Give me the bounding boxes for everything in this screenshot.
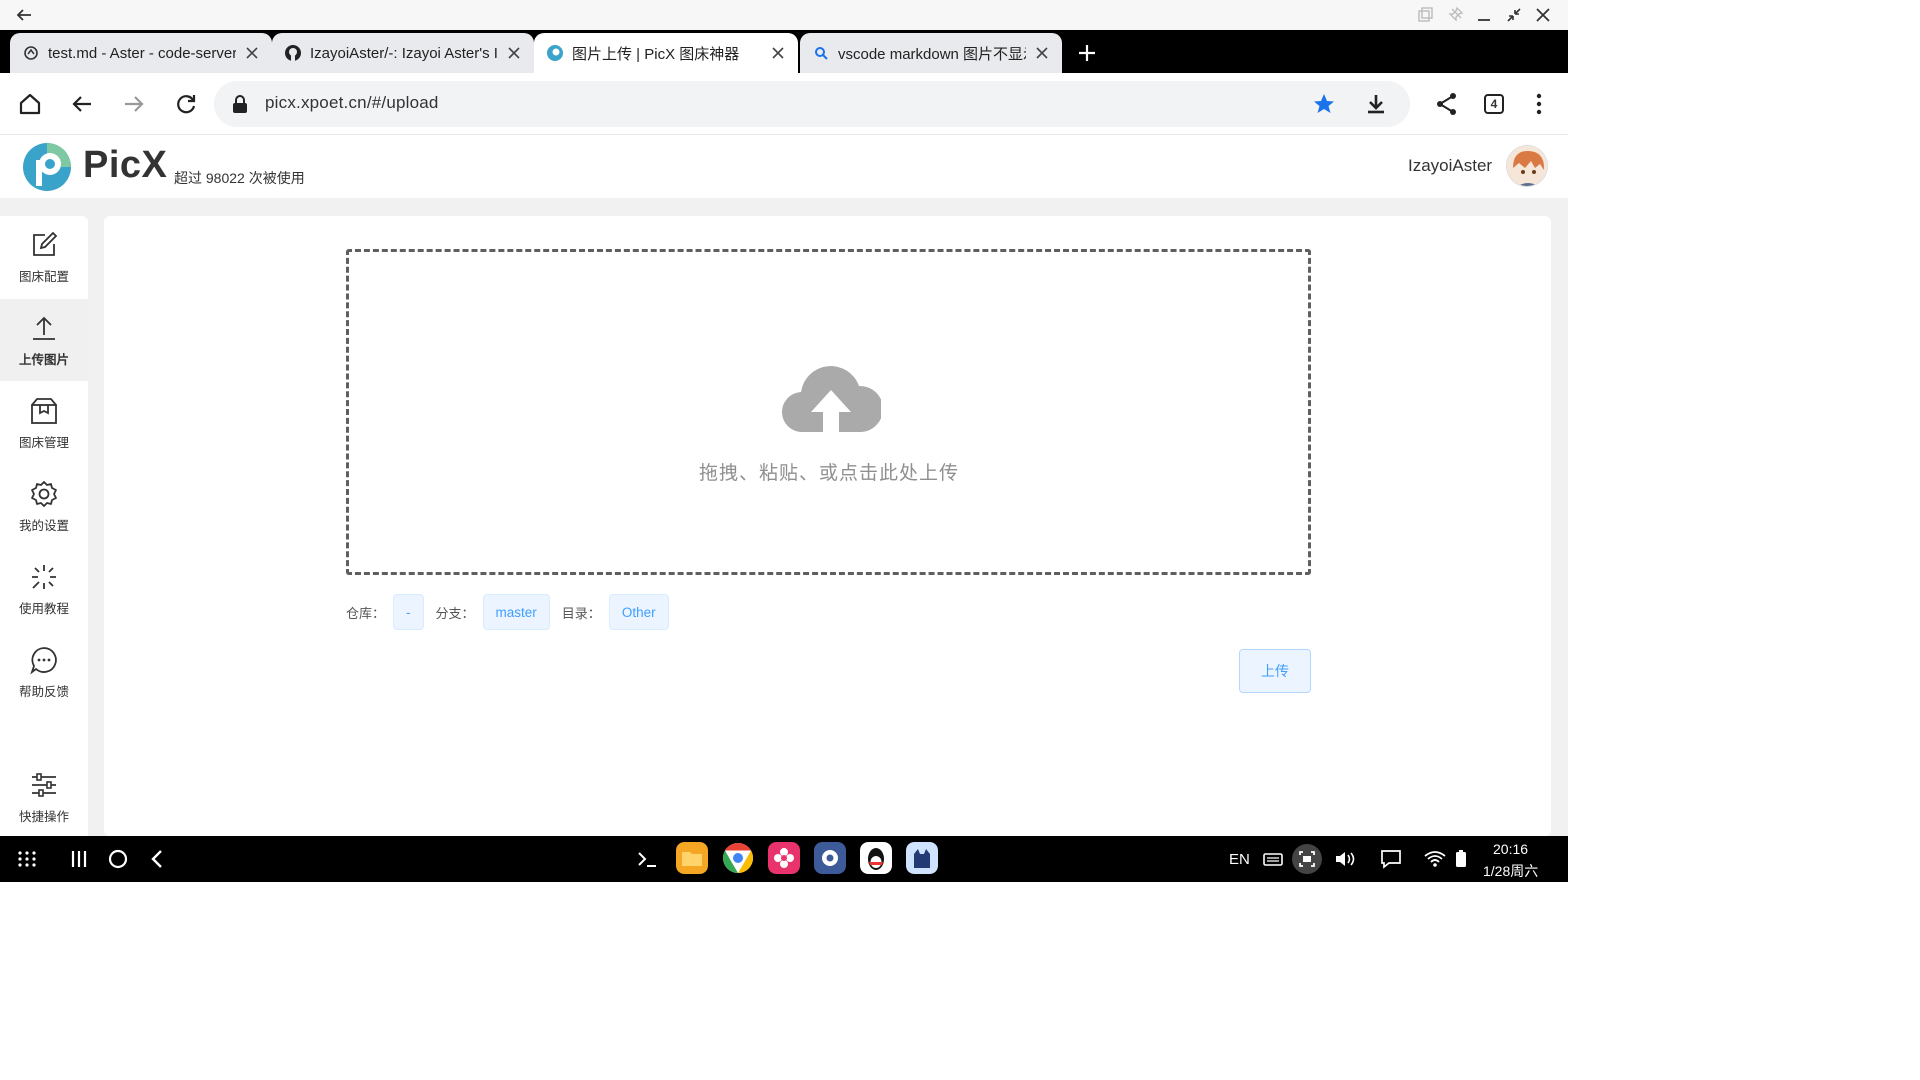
- sidebar-item-quick-actions[interactable]: 快捷操作: [0, 756, 88, 838]
- settings-app-icon[interactable]: [814, 842, 846, 874]
- terminal-app-icon[interactable]: [632, 844, 662, 874]
- app-header: PicX 超过 98022 次被使用 IzayoiAster: [0, 136, 1568, 198]
- code-server-icon: [22, 44, 40, 62]
- notification-icon[interactable]: [1376, 844, 1406, 874]
- upload-icon: [33, 316, 55, 340]
- upload-hint: 拖拽、粘贴、或点击此处上传: [698, 463, 959, 484]
- close-window-icon[interactable]: [1534, 6, 1552, 24]
- sidebar-item-label: 图床管理: [18, 435, 69, 450]
- reload-icon[interactable]: [173, 91, 199, 117]
- home-button-icon[interactable]: [103, 844, 133, 874]
- cloud-upload-icon: [781, 366, 881, 433]
- sidebar-item-label: 使用教程: [18, 601, 69, 616]
- address-bar[interactable]: picx.xpoet.cn/#/upload: [214, 81, 1410, 127]
- repo-tag[interactable]: -: [393, 594, 424, 630]
- browser-tab[interactable]: vscode markdown 图片不显示: [800, 33, 1062, 73]
- lock-icon[interactable]: [231, 94, 249, 114]
- dir-tag[interactable]: Other: [608, 594, 669, 630]
- browser-tab[interactable]: IzayoiAster/-: Izayoi Aster's In: [272, 33, 534, 73]
- bookmark-star-icon[interactable]: [1312, 92, 1336, 116]
- browser-toolbar: picx.xpoet.cn/#/upload: [0, 73, 1568, 135]
- chat-icon: [30, 646, 57, 674]
- branch-label: 分支：: [435, 605, 475, 621]
- window-title-bar: [0, 0, 1568, 30]
- github-icon: [284, 44, 302, 62]
- forward-icon[interactable]: [121, 91, 147, 117]
- close-tab-icon[interactable]: [506, 45, 522, 61]
- sidebar-item-label: 快捷操作: [18, 809, 69, 824]
- back-arrow-icon[interactable]: [14, 5, 34, 25]
- repo-label: 仓库：: [346, 605, 386, 621]
- avatar[interactable]: [1506, 145, 1548, 187]
- branch-tag[interactable]: master: [482, 594, 550, 630]
- chrome-app-icon[interactable]: [722, 842, 754, 874]
- clock-date[interactable]: 1/28周六: [1483, 861, 1538, 881]
- qq-app-icon[interactable]: [860, 842, 892, 874]
- sidebar-item-feedback[interactable]: 帮助反馈: [0, 631, 88, 713]
- upload-button[interactable]: 上传: [1239, 649, 1311, 693]
- sparkle-icon: [32, 564, 56, 589]
- tab-title: 图片上传 | PicX 图床神器: [572, 45, 740, 63]
- sliders-icon: [32, 772, 56, 797]
- close-tab-icon[interactable]: [1034, 45, 1050, 61]
- screen-capture-icon[interactable]: [1292, 844, 1322, 874]
- sidebar-item-label: 帮助反馈: [18, 684, 69, 699]
- edit-icon: [33, 231, 58, 256]
- restore-icon[interactable]: [1505, 6, 1523, 24]
- sidebar-item-imagebed-config[interactable]: 图床配置: [0, 216, 88, 298]
- recent-apps-icon[interactable]: [64, 844, 94, 874]
- picx-logo-icon[interactable]: [22, 142, 72, 192]
- back-icon[interactable]: [69, 91, 95, 117]
- pin-icon[interactable]: [1446, 6, 1464, 24]
- minimize-icon[interactable]: [1475, 6, 1493, 24]
- sidebar-item-upload[interactable]: 上传图片: [0, 299, 88, 381]
- download-icon[interactable]: [1364, 92, 1388, 116]
- picx-icon: [546, 44, 564, 62]
- new-tab-icon[interactable]: [1074, 40, 1100, 66]
- sidebar-item-label: 上传图片: [18, 352, 69, 367]
- upload-target-info: 仓库： - 分支： master 目录： Other: [346, 594, 681, 630]
- system-taskbar: EN 20:16 1/28周六: [0, 836, 1568, 882]
- volume-icon[interactable]: [1330, 844, 1360, 874]
- close-tab-icon[interactable]: [770, 45, 786, 61]
- tab-count-button[interactable]: 4: [1484, 94, 1504, 114]
- upload-card: 拖拽、粘贴、或点击此处上传 仓库： - 分支： master 目录： Other…: [104, 216, 1551, 836]
- keyboard-icon[interactable]: [1258, 844, 1288, 874]
- flower-app-icon[interactable]: [768, 842, 800, 874]
- url-text[interactable]: picx.xpoet.cn/#/upload: [265, 93, 439, 113]
- gear-icon: [31, 480, 57, 507]
- more-menu-icon[interactable]: [1526, 91, 1552, 117]
- close-tab-icon[interactable]: [244, 45, 260, 61]
- sidebar-item-tutorial[interactable]: 使用教程: [0, 548, 88, 630]
- home-icon[interactable]: [17, 91, 43, 117]
- box-icon: [31, 397, 57, 424]
- files-app-icon[interactable]: [676, 842, 708, 874]
- sidebar-item-label: 我的设置: [18, 518, 69, 533]
- tab-title: IzayoiAster/-: Izayoi Aster's In: [310, 44, 498, 62]
- multiwindow-icon[interactable]: [1416, 6, 1434, 24]
- dir-label: 目录：: [561, 605, 601, 621]
- brand-name[interactable]: PicX: [83, 144, 167, 187]
- browser-tab[interactable]: test.md - Aster - code-server: [10, 33, 272, 73]
- app-drawer-icon[interactable]: [12, 844, 42, 874]
- share-icon[interactable]: [1434, 91, 1460, 117]
- browser-tab-active[interactable]: 图片上传 | PicX 图床神器: [534, 33, 798, 73]
- clock-time[interactable]: 20:16: [1493, 841, 1528, 857]
- tab-title: test.md - Aster - code-server: [48, 44, 236, 62]
- battery-icon[interactable]: [1446, 844, 1476, 874]
- sidebar-item-settings[interactable]: 我的设置: [0, 465, 88, 547]
- sidebar-nav: 图床配置 上传图片 图床管理 我的设置 使用教程 帮助反馈 快捷操作: [0, 216, 88, 836]
- sidebar-item-management[interactable]: 图床管理: [0, 382, 88, 464]
- usage-count: 超过 98022 次被使用: [174, 170, 305, 186]
- username[interactable]: IzayoiAster: [1408, 156, 1492, 176]
- back-button-icon[interactable]: [142, 844, 172, 874]
- input-language[interactable]: EN: [1229, 851, 1250, 868]
- sidebar-item-label: 图床配置: [18, 269, 69, 284]
- browser-tab-strip: test.md - Aster - code-server IzayoiAste…: [0, 30, 1568, 73]
- tab-title: vscode markdown 图片不显示: [838, 45, 1026, 63]
- search-icon: [812, 44, 830, 62]
- cat-app-icon[interactable]: [906, 842, 938, 874]
- upload-dropzone[interactable]: 拖拽、粘贴、或点击此处上传: [346, 249, 1311, 575]
